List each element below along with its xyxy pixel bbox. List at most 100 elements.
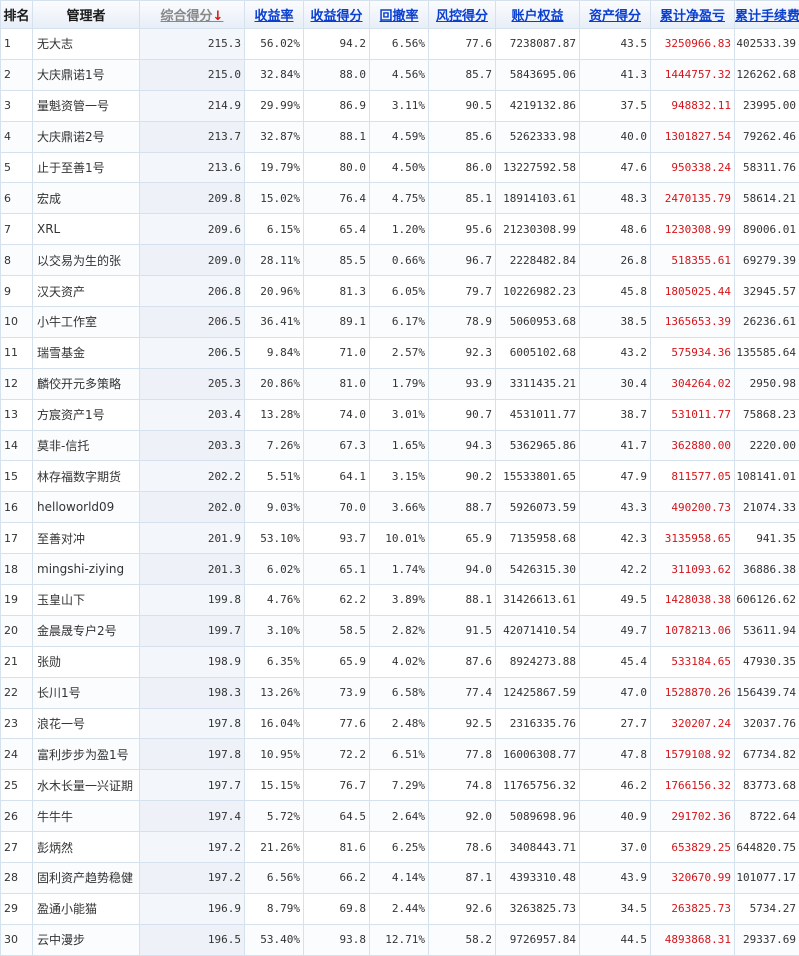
header-risk-score[interactable]: 风控得分 <box>429 1 496 29</box>
risk-score-cell: 87.6 <box>429 646 496 677</box>
table-row: 2大庆鼎诺1号215.032.84%88.04.56%85.75843695.0… <box>1 59 799 90</box>
net-pnl-cell: 533184.65 <box>651 646 735 677</box>
total-score-cell: 197.4 <box>140 801 245 832</box>
net-pnl-cell: 1078213.06 <box>651 615 735 646</box>
return-score-cell: 67.3 <box>304 430 370 461</box>
sort-link-net-pnl[interactable]: 累计净盈亏 <box>660 9 725 24</box>
return-rate-cell: 6.56% <box>245 863 304 894</box>
fees-cell: 2220.00 <box>735 430 799 461</box>
rank-cell: 22 <box>1 677 33 708</box>
net-pnl-cell: 3135958.65 <box>651 523 735 554</box>
return-score-cell: 72.2 <box>304 739 370 770</box>
manager-cell: 大庆鼎诺2号 <box>33 121 140 152</box>
rank-cell: 3 <box>1 90 33 121</box>
rank-cell: 17 <box>1 523 33 554</box>
return-rate-cell: 28.11% <box>245 245 304 276</box>
total-score-cell: 205.3 <box>140 368 245 399</box>
return-score-cell: 76.4 <box>304 183 370 214</box>
equity-cell: 21230308.99 <box>496 214 580 245</box>
fees-cell: 32037.76 <box>735 708 799 739</box>
sort-link-equity[interactable]: 账户权益 <box>511 9 563 24</box>
equity-cell: 12425867.59 <box>496 677 580 708</box>
fees-cell: 79262.46 <box>735 121 799 152</box>
manager-cell: 富利步步为盈1号 <box>33 739 140 770</box>
header-equity[interactable]: 账户权益 <box>496 1 580 29</box>
asset-score-cell: 48.6 <box>580 214 651 245</box>
drawdown-cell: 4.75% <box>370 183 429 214</box>
header-asset-score[interactable]: 资产得分 <box>580 1 651 29</box>
net-pnl-cell: 362880.00 <box>651 430 735 461</box>
equity-cell: 5362965.86 <box>496 430 580 461</box>
rank-cell: 11 <box>1 337 33 368</box>
equity-cell: 8924273.88 <box>496 646 580 677</box>
manager-cell: 彭炳然 <box>33 832 140 863</box>
table-row: 8以交易为生的张209.028.11%85.50.66%96.72228482.… <box>1 245 799 276</box>
net-pnl-cell: 1301827.54 <box>651 121 735 152</box>
table-row: 7XRL209.66.15%65.41.20%95.621230308.9948… <box>1 214 799 245</box>
header-total-score-label[interactable]: 综合得分 <box>161 9 213 24</box>
sort-link-asset-score[interactable]: 资产得分 <box>589 9 641 24</box>
table-row: 24富利步步为盈1号197.810.95%72.26.51%77.8160063… <box>1 739 799 770</box>
sort-link-drawdown[interactable]: 回撤率 <box>379 9 418 24</box>
return-score-cell: 94.2 <box>304 29 370 60</box>
drawdown-cell: 6.56% <box>370 29 429 60</box>
fees-cell: 32945.57 <box>735 276 799 307</box>
total-score-cell: 206.5 <box>140 307 245 338</box>
sort-link-return-score[interactable]: 收益得分 <box>310 9 362 24</box>
manager-cell: 金晨晟专户2号 <box>33 615 140 646</box>
fees-cell: 69279.39 <box>735 245 799 276</box>
sort-link-risk-score[interactable]: 风控得分 <box>436 9 488 24</box>
equity-cell: 3408443.71 <box>496 832 580 863</box>
net-pnl-cell: 311093.62 <box>651 554 735 585</box>
return-score-cell: 81.0 <box>304 368 370 399</box>
return-rate-cell: 13.28% <box>245 399 304 430</box>
header-drawdown[interactable]: 回撤率 <box>370 1 429 29</box>
asset-score-cell: 41.7 <box>580 430 651 461</box>
risk-score-cell: 95.6 <box>429 214 496 245</box>
risk-score-cell: 87.1 <box>429 863 496 894</box>
header-total-score[interactable]: 综合得分↓ <box>140 1 245 29</box>
manager-cell: 莫非-信托 <box>33 430 140 461</box>
fees-cell: 644820.75 <box>735 832 799 863</box>
header-return-score[interactable]: 收益得分 <box>304 1 370 29</box>
risk-score-cell: 58.2 <box>429 924 496 955</box>
sort-link-return-rate[interactable]: 收益率 <box>254 9 293 24</box>
manager-cell: 云中漫步 <box>33 924 140 955</box>
drawdown-cell: 3.66% <box>370 492 429 523</box>
return-score-cell: 77.6 <box>304 708 370 739</box>
rank-cell: 24 <box>1 739 33 770</box>
return-rate-cell: 19.79% <box>245 152 304 183</box>
risk-score-cell: 86.0 <box>429 152 496 183</box>
return-rate-cell: 32.87% <box>245 121 304 152</box>
return-score-cell: 93.7 <box>304 523 370 554</box>
sort-desc-arrow-icon: ↓ <box>213 9 224 24</box>
return-rate-cell: 53.40% <box>245 924 304 955</box>
header-net-pnl[interactable]: 累计净盈亏 <box>651 1 735 29</box>
rank-cell: 5 <box>1 152 33 183</box>
total-score-cell: 202.2 <box>140 461 245 492</box>
header-return-rate[interactable]: 收益率 <box>245 1 304 29</box>
header-fees[interactable]: 累计手续费 <box>735 1 799 29</box>
fees-cell: 67734.82 <box>735 739 799 770</box>
return-rate-cell: 7.26% <box>245 430 304 461</box>
equity-cell: 31426613.61 <box>496 585 580 616</box>
asset-score-cell: 34.5 <box>580 893 651 924</box>
sort-link-fees[interactable]: 累计手续费 <box>735 9 799 24</box>
risk-score-cell: 94.3 <box>429 430 496 461</box>
asset-score-cell: 40.0 <box>580 121 651 152</box>
asset-score-cell: 47.8 <box>580 739 651 770</box>
return-rate-cell: 9.03% <box>245 492 304 523</box>
asset-score-cell: 37.5 <box>580 90 651 121</box>
header-manager: 管理者 <box>33 1 140 29</box>
return-rate-cell: 36.41% <box>245 307 304 338</box>
return-rate-cell: 6.15% <box>245 214 304 245</box>
asset-score-cell: 27.7 <box>580 708 651 739</box>
return-rate-cell: 16.04% <box>245 708 304 739</box>
return-rate-cell: 5.72% <box>245 801 304 832</box>
net-pnl-cell: 1766156.32 <box>651 770 735 801</box>
drawdown-cell: 6.17% <box>370 307 429 338</box>
equity-cell: 5089698.96 <box>496 801 580 832</box>
drawdown-cell: 1.74% <box>370 554 429 585</box>
table-row: 27彭炳然197.221.26%81.66.25%78.63408443.713… <box>1 832 799 863</box>
equity-cell: 9726957.84 <box>496 924 580 955</box>
